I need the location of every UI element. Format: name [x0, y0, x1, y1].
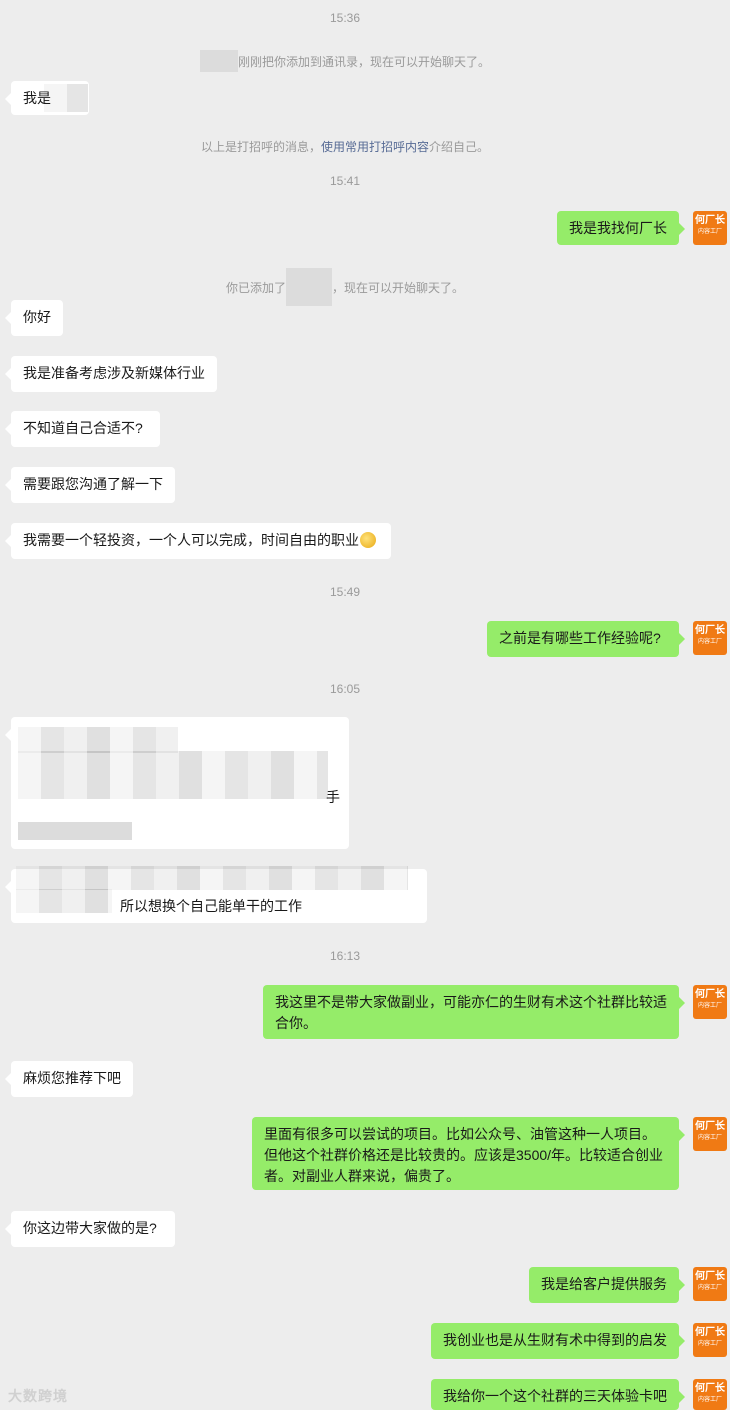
avatar-text: 何厂长	[695, 1121, 725, 1132]
emoji-icon	[360, 532, 376, 548]
system-message-text: 以上是打招呼的消息，	[200, 140, 321, 154]
message-text: 手	[326, 789, 340, 805]
avatar-subtext: 内容工厂	[697, 1284, 722, 1291]
avatar-text: 何厂长	[695, 1383, 725, 1394]
message-outgoing[interactable]: 里面有很多可以尝试的项目。比如公众号、油管这种一人项目。但他这个社群价格还是比较…	[252, 1117, 685, 1190]
message-text: 你这边带大家做的是?	[23, 1220, 157, 1236]
redacted-text	[18, 751, 328, 775]
timestamp: 16:13	[329, 949, 361, 963]
avatar[interactable]: 何厂长 内容工厂	[693, 1379, 727, 1410]
timestamp: 15:41	[329, 174, 361, 188]
redacted-text	[16, 866, 408, 890]
redacted-name	[286, 268, 332, 306]
system-message-text: 刚刚把你添加到通讯录，现在可以开始聊天了。	[237, 55, 490, 69]
system-message-text: 介绍自己。	[429, 140, 490, 154]
redacted-name	[44, 84, 88, 112]
system-message-text: ，现在可以开始聊天了。	[332, 281, 465, 295]
timestamp: 16:05	[329, 682, 361, 696]
message-text: 我是准备考虑涉及新媒体行业	[23, 365, 205, 381]
message-incoming[interactable]: 麻烦您推荐下吧	[5, 1061, 133, 1097]
redacted-name	[199, 50, 238, 72]
message-outgoing[interactable]: 我这里不是带大家做副业，可能亦仁的生财有术这个社群比较适合你。	[263, 985, 685, 1039]
message-text: 需要跟您沟通了解一下	[23, 476, 163, 492]
message-outgoing[interactable]: 我给你一个这个社群的三天体验卡吧	[431, 1379, 685, 1410]
system-message-greeting: 以上是打招呼的消息，使用常用打招呼内容介绍自己。	[0, 138, 690, 155]
message-outgoing[interactable]: 我是我找何厂长	[557, 211, 685, 245]
greeting-link[interactable]: 使用常用打招呼内容	[321, 140, 429, 154]
avatar-text: 何厂长	[695, 625, 725, 636]
timestamp: 15:36	[329, 11, 361, 25]
avatar-subtext: 内容工厂	[697, 1340, 722, 1347]
avatar-subtext: 内容工厂	[697, 1134, 722, 1141]
watermark: 大数跨境	[8, 1388, 68, 1404]
message-incoming[interactable]: 不知道自己合适不?	[5, 411, 160, 447]
message-text: 之前是有哪些工作经验呢?	[499, 630, 661, 646]
system-message-text: 你已添加了	[225, 281, 286, 295]
message-incoming[interactable]: 你这边带大家做的是?	[5, 1211, 175, 1247]
redacted-text	[16, 889, 112, 913]
message-incoming[interactable]: 需要跟您沟通了解一下	[5, 467, 175, 503]
avatar[interactable]: 何厂长 内容工厂	[693, 1323, 727, 1357]
message-text: 我需要一个轻投资，一个人可以完成，时间自由的职业	[23, 532, 359, 548]
message-text: 所以想换个自己能单干的工作	[120, 898, 302, 914]
message-text: 我创业也是从生财有术中得到的启发	[443, 1332, 667, 1348]
avatar[interactable]: 何厂长 内容工厂	[693, 211, 727, 245]
message-text: 麻烦您推荐下吧	[23, 1070, 121, 1086]
redacted-text	[18, 775, 328, 799]
message-text: 里面有很多可以尝试的项目。比如公众号、油管这种一人项目。但他这个社群价格还是比较…	[264, 1126, 664, 1184]
avatar[interactable]: 何厂长 内容工厂	[693, 1267, 727, 1301]
avatar[interactable]: 何厂长 内容工厂	[693, 621, 727, 655]
message-incoming[interactable]: 我需要一个轻投资，一个人可以完成，时间自由的职业	[5, 523, 391, 559]
redacted-text	[18, 727, 178, 753]
system-message-added: 刚刚把你添加到通讯录，现在可以开始聊天了。	[0, 50, 690, 72]
avatar-text: 何厂长	[695, 989, 725, 1000]
message-text: 我这里不是带大家做副业，可能亦仁的生财有术这个社群比较适合你。	[275, 994, 667, 1031]
avatar-text: 何厂长	[695, 215, 725, 226]
message-text: 我给你一个这个社群的三天体验卡吧	[443, 1388, 667, 1404]
avatar-subtext: 内容工厂	[697, 638, 722, 645]
avatar-subtext: 内容工厂	[697, 1396, 722, 1403]
avatar-text: 何厂长	[695, 1327, 725, 1338]
avatar[interactable]: 何厂长 内容工厂	[693, 1117, 727, 1151]
redacted-text	[18, 822, 132, 840]
message-outgoing[interactable]: 我是给客户提供服务	[529, 1267, 685, 1303]
message-incoming[interactable]: 我是准备考虑涉及新媒体行业	[5, 356, 217, 392]
avatar-text: 何厂长	[695, 1271, 725, 1282]
message-text: 不知道自己合适不?	[23, 420, 143, 436]
avatar-subtext: 内容工厂	[697, 228, 722, 235]
system-message-you-added: 你已添加了 ，现在可以开始聊天了。	[0, 268, 690, 306]
timestamp: 15:49	[329, 585, 361, 599]
message-text: 你好	[23, 309, 51, 325]
message-outgoing[interactable]: 我创业也是从生财有术中得到的启发	[431, 1323, 685, 1359]
message-outgoing[interactable]: 之前是有哪些工作经验呢?	[487, 621, 685, 657]
avatar[interactable]: 何厂长 内容工厂	[693, 985, 727, 1019]
message-text: 我是我找何厂长	[569, 220, 667, 236]
message-incoming[interactable]: 你好	[5, 300, 63, 336]
message-text: 我是给客户提供服务	[541, 1276, 667, 1292]
avatar-subtext: 内容工厂	[697, 1002, 722, 1009]
